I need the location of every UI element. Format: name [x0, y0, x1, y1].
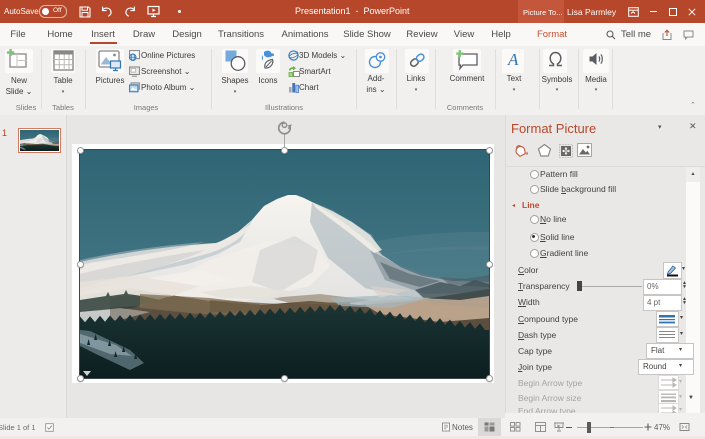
svg-text:A: A [507, 50, 519, 69]
